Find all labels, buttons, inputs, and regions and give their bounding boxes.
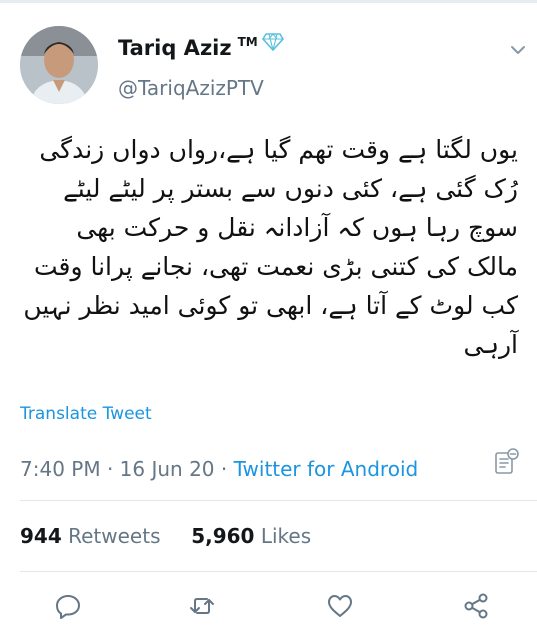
retweets-count: 944 bbox=[20, 524, 62, 548]
likes-stat[interactable]: 5,960 Likes bbox=[191, 524, 311, 548]
diamond-icon bbox=[261, 33, 284, 55]
retweets-label: Retweets bbox=[68, 524, 161, 548]
user-handle[interactable]: @TariqAzizPTV bbox=[118, 76, 264, 100]
name-row: Tariq Aziz TM bbox=[118, 33, 284, 60]
like-icon[interactable] bbox=[326, 592, 354, 620]
analytics-icon[interactable] bbox=[494, 447, 520, 475]
trademark-label: TM bbox=[237, 35, 258, 49]
tweet-text: یوں لگتا ہے وقت تھم گیا ہے،رواں دواں زند… bbox=[23, 135, 518, 359]
avatar-image bbox=[20, 26, 98, 104]
tweet-time: 7:40 PM bbox=[20, 457, 101, 481]
tweet-meta: 7:40 PM · 16 Jun 20 · Twitter for Androi… bbox=[20, 457, 418, 481]
tweet-header: Tariq Aziz TM @TariqAzizPTV bbox=[20, 26, 525, 116]
tweet-source-link[interactable]: Twitter for Android bbox=[234, 457, 419, 481]
share-icon[interactable] bbox=[462, 592, 490, 620]
avatar[interactable] bbox=[20, 26, 98, 104]
chevron-down-icon[interactable] bbox=[508, 40, 528, 60]
divider bbox=[20, 571, 537, 572]
meta-separator: · bbox=[106, 457, 114, 481]
tweet-date: 16 Jun 20 bbox=[119, 457, 215, 481]
likes-count: 5,960 bbox=[191, 524, 255, 548]
reply-icon[interactable] bbox=[54, 592, 82, 620]
likes-label: Likes bbox=[260, 524, 312, 548]
retweets-stat[interactable]: 944 Retweets bbox=[20, 524, 167, 548]
top-divider bbox=[0, 0, 537, 3]
display-name[interactable]: Tariq Aziz bbox=[118, 36, 232, 60]
meta-separator-2: · bbox=[220, 457, 228, 481]
divider bbox=[20, 500, 537, 501]
tweet-stats: 944 Retweets 5,960 Likes bbox=[20, 524, 311, 548]
translate-tweet-link[interactable]: Translate Tweet bbox=[20, 404, 152, 424]
retweet-icon[interactable] bbox=[188, 592, 216, 620]
